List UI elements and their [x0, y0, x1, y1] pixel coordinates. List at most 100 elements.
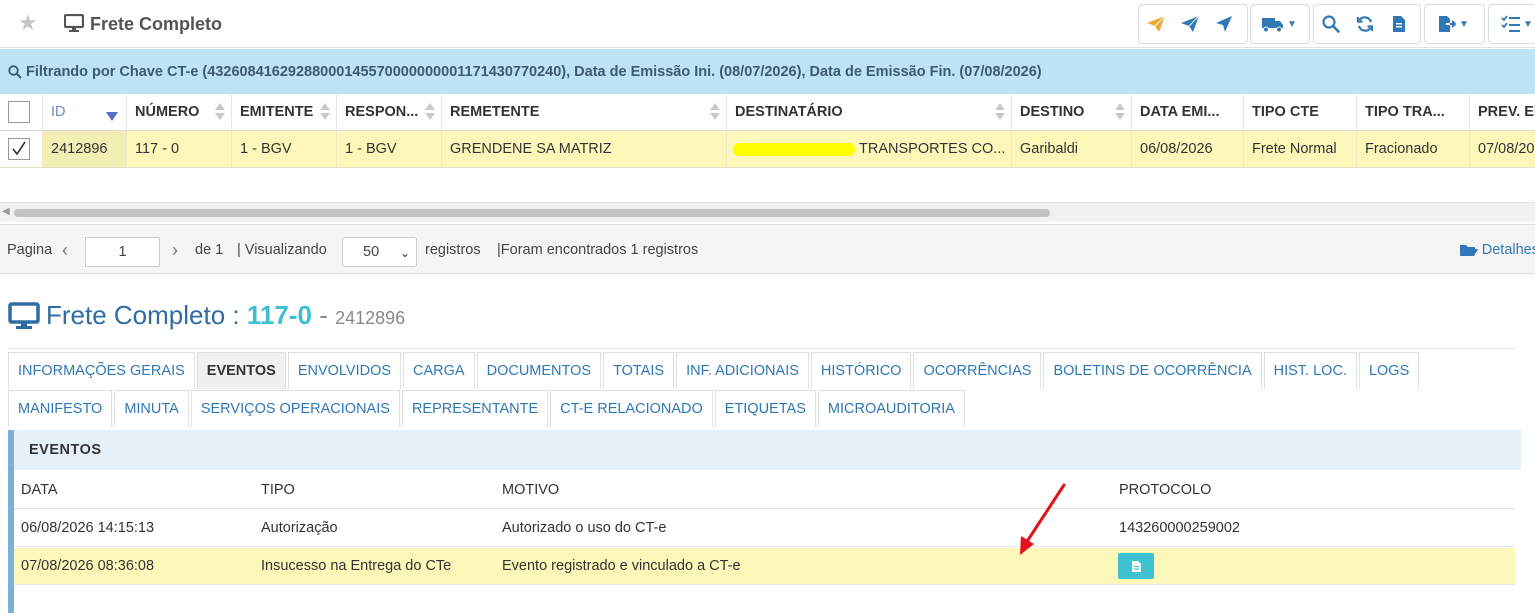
col-header-data-emissao[interactable]: DATA EMI...	[1132, 94, 1244, 130]
tab-historico[interactable]: HISTÓRICO	[810, 352, 912, 389]
search-icon	[1322, 15, 1340, 33]
tab-representante[interactable]: REPRESENTANTE	[401, 390, 549, 427]
col-header-label: TIPO TRA...	[1365, 104, 1445, 120]
tab-boletins-ocorrencia[interactable]: BOLETINS DE OCORRÊNCIA	[1043, 352, 1262, 389]
tab-cte-relacionado[interactable]: CT-E RELACIONADO	[550, 390, 713, 427]
cell-tipo-cte: Frete Normal	[1244, 131, 1357, 167]
filter-bar: Filtrando por Chave CT-e (43260841629288…	[0, 49, 1535, 94]
tabs-row-1: INFORMAÇÕES GERAIS EVENTOS ENVOLVIDOS CA…	[8, 352, 1421, 390]
send-orange-button[interactable]	[1139, 5, 1173, 43]
tab-manifesto[interactable]: MANIFESTO	[8, 390, 113, 427]
col-header-label: ID	[51, 104, 66, 120]
tab-carga[interactable]: CARGA	[403, 352, 475, 389]
navigate-button[interactable]	[1207, 5, 1241, 43]
col-header-tipo-cte[interactable]: TIPO CTE	[1244, 94, 1357, 130]
col-header-emitente[interactable]: EMITENTE	[232, 94, 337, 130]
monitor-icon	[63, 13, 85, 35]
top-bar: ★ Frete Completo ▼ ▼ ▼	[0, 0, 1535, 48]
monitor-icon	[8, 302, 40, 333]
pagina-label: Pagina	[7, 242, 53, 258]
per-page-select[interactable]: 50 ⌄	[342, 237, 417, 267]
cell-numero: 117 - 0	[127, 131, 232, 167]
view-document-button[interactable]	[1118, 553, 1154, 579]
cell-tipo: Autorização	[261, 520, 338, 536]
per-page-value: 50	[363, 244, 380, 260]
arrow-annotation	[1020, 483, 1066, 555]
send-blue-button[interactable]	[1173, 5, 1207, 43]
visualizando-label: | Visualizando	[237, 242, 327, 258]
tab-logs[interactable]: LOGS	[1358, 352, 1420, 389]
search-button[interactable]	[1314, 5, 1348, 43]
cell-prev-entrega: 07/08/20	[1478, 141, 1535, 157]
col-header-responsavel[interactable]: RESPON...	[337, 94, 442, 130]
records-found-label: |Foram encontrados 1 registros	[497, 242, 699, 258]
col-header-tipo: TIPO	[261, 482, 295, 498]
tab-servicos-operacionais[interactable]: SERVIÇOS OPERACIONAIS	[190, 390, 400, 427]
horizontal-scrollbar[interactable]: ◀	[0, 202, 1535, 222]
cell-data: 06/08/2026 14:15:13	[21, 520, 155, 536]
next-page-icon[interactable]: ›	[172, 225, 178, 275]
tab-etiquetas[interactable]: ETIQUETAS	[714, 390, 816, 427]
table-row[interactable]: 07/08/2026 08:36:08 Insucesso na Entrega…	[14, 548, 1515, 585]
app-title: Frete Completo	[90, 14, 223, 34]
tab-envolvidos[interactable]: ENVOLVIDOS	[287, 352, 402, 389]
row-select-cell	[0, 131, 43, 167]
cell-destino: Garibaldi	[1012, 131, 1132, 167]
sort-icon	[1115, 102, 1125, 122]
grid-header: ID NÚMERO EMITENTE RESPON... REMETENTE D…	[0, 94, 1535, 131]
tab-documentos[interactable]: DOCUMENTOS	[476, 352, 602, 389]
favorite-star-icon[interactable]: ★	[18, 12, 38, 34]
col-header-remetente[interactable]: REMETENTE	[442, 94, 727, 130]
tab-hist-loc[interactable]: HIST. LOC.	[1263, 352, 1357, 389]
document-button[interactable]	[1382, 5, 1416, 43]
tab-eventos[interactable]: EVENTOS	[196, 352, 286, 389]
tab-totais[interactable]: TOTAIS	[603, 352, 675, 389]
col-header-destinatario[interactable]: DESTINATÁRIO	[727, 94, 1012, 130]
registros-label: registros	[425, 242, 481, 258]
scrollbar-thumb[interactable]	[14, 209, 1050, 217]
col-header-tipo-transporte[interactable]: TIPO TRA...	[1357, 94, 1470, 130]
col-header-destino[interactable]: DESTINO	[1012, 94, 1132, 130]
prev-page-icon[interactable]: ‹	[62, 225, 68, 275]
tab-microauditoria[interactable]: MICROAUDITORIA	[817, 390, 965, 427]
cell-destinatario: TRANSPORTES CO...	[727, 131, 1012, 167]
detalhes-link[interactable]: Detalhes	[1459, 225, 1535, 275]
col-header-label: EMITENTE	[240, 104, 314, 120]
select-all-checkbox[interactable]	[8, 101, 30, 123]
col-header-prev-entrega[interactable]: PREV. EN	[1470, 94, 1535, 130]
table-row[interactable]: 06/08/2026 14:15:13 Autorização Autoriza…	[14, 510, 1515, 547]
truck-dropdown[interactable]: ▼	[1250, 4, 1310, 44]
col-header-id[interactable]: ID	[43, 94, 127, 130]
cell-id: 2412896	[43, 131, 127, 167]
page-number-input[interactable]: 1	[85, 237, 160, 267]
tab-minuta[interactable]: MINUTA	[114, 390, 189, 427]
export-dropdown[interactable]: ▼	[1424, 4, 1485, 44]
page-total-label: de 1	[195, 242, 224, 258]
send-icon	[1147, 15, 1166, 32]
col-header-label: PREV. EN	[1478, 104, 1535, 120]
send-toolbar-group	[1138, 4, 1248, 44]
table-row[interactable]: 2412896 117 - 0 1 - BGV 1 - BGV GRENDENE…	[0, 131, 1535, 168]
detail-panel: Frete Completo : 117-0 - 2412896 INFORMA…	[0, 276, 1535, 613]
detail-separator: -	[319, 300, 328, 330]
sort-icon	[710, 102, 720, 122]
checklist-icon	[1501, 15, 1521, 32]
chevron-down-icon: ⌄	[399, 246, 410, 260]
tab-informacoes-gerais[interactable]: INFORMAÇÕES GERAIS	[8, 352, 195, 389]
col-header-numero[interactable]: NÚMERO	[127, 94, 232, 130]
scroll-left-icon[interactable]: ◀	[2, 206, 10, 217]
refresh-icon	[1356, 16, 1374, 32]
col-header-data: DATA	[21, 482, 58, 498]
detail-title-label: Frete Completo :	[46, 300, 240, 330]
cell-data-emissao: 06/08/2026	[1132, 131, 1244, 167]
folder-open-icon	[1459, 245, 1478, 256]
sort-icon	[995, 102, 1005, 122]
row-checkbox[interactable]	[8, 138, 30, 160]
divider	[8, 348, 1515, 349]
col-header-label: TIPO CTE	[1252, 104, 1319, 120]
tab-inf-adicionais[interactable]: INF. ADICIONAIS	[676, 352, 809, 389]
tab-ocorrencias[interactable]: OCORRÊNCIAS	[913, 352, 1042, 389]
cell-emitente: 1 - BGV	[232, 131, 337, 167]
checklist-dropdown[interactable]: ▼	[1488, 4, 1535, 44]
refresh-button[interactable]	[1348, 5, 1382, 43]
